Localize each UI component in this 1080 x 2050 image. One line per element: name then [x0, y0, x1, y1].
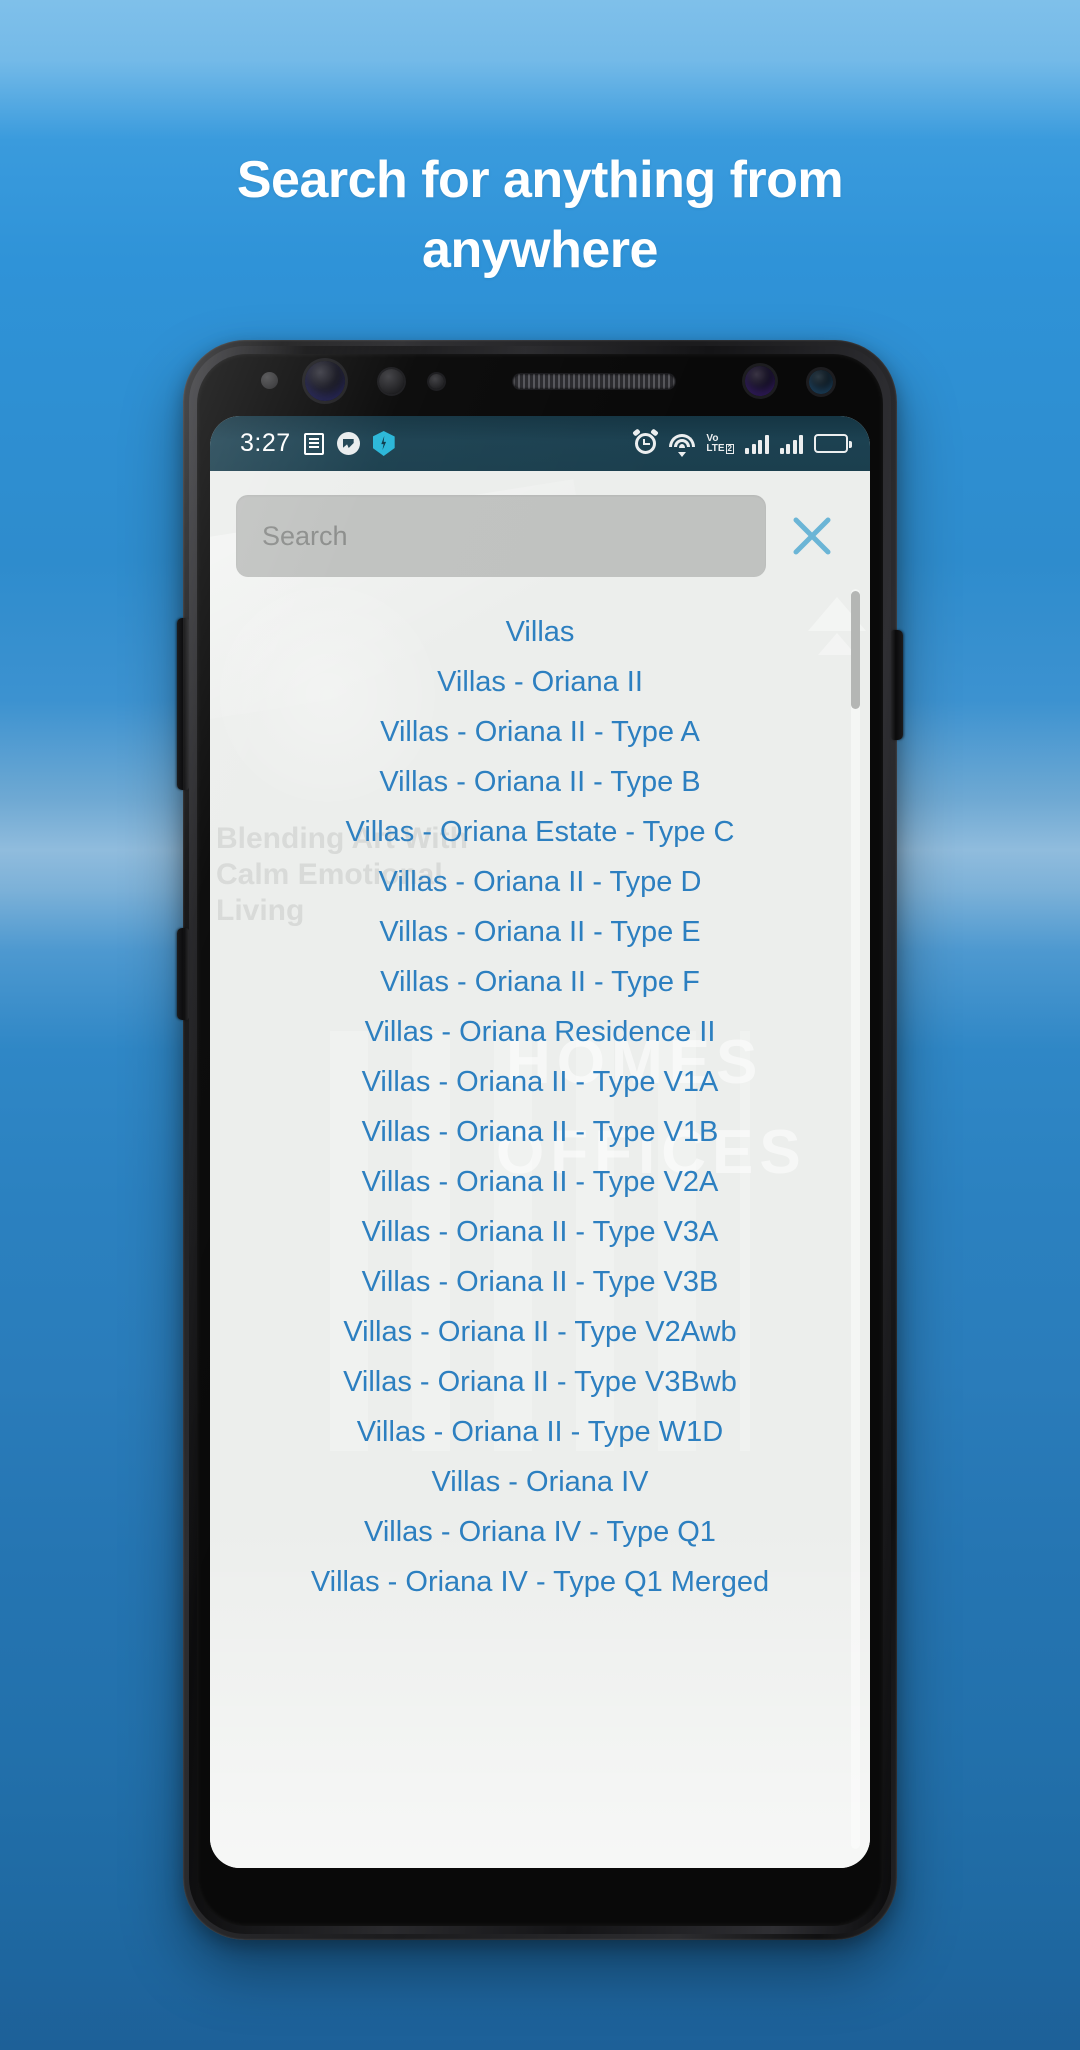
- list-item[interactable]: Villas - Oriana II - Type A: [210, 707, 870, 757]
- wifi-icon: [669, 433, 696, 457]
- list-item[interactable]: Villas - Oriana II - Type D: [210, 857, 870, 907]
- secondary-sensor-icon: [745, 366, 775, 396]
- list-item[interactable]: Villas - Oriana II - Type V1B: [210, 1107, 870, 1157]
- list-item[interactable]: Villas - Oriana II: [210, 657, 870, 707]
- close-icon[interactable]: [780, 504, 844, 568]
- status-bar-right: Vo LTE 2: [632, 428, 852, 457]
- messenger-icon: [336, 432, 360, 455]
- list-item[interactable]: Villas - Oriana II - Type V3Bwb: [210, 1357, 870, 1407]
- volte-sim-number: 2: [725, 443, 734, 454]
- list-item[interactable]: Villas - Oriana IV: [210, 1457, 870, 1507]
- scrollbar-track[interactable]: [851, 589, 860, 1849]
- front-sensor-cluster: [183, 361, 897, 401]
- alarm-icon: [632, 428, 660, 456]
- battery-icon: [814, 434, 852, 453]
- list-item[interactable]: Villas - Oriana II - Type E: [210, 907, 870, 957]
- status-bar-left: 3:27: [240, 429, 395, 458]
- list-item[interactable]: Villas - Oriana II - Type V3B: [210, 1257, 870, 1307]
- search-input[interactable]: Search: [236, 495, 766, 577]
- news-icon: [303, 432, 324, 455]
- list-item[interactable]: Villas - Oriana IV - Type Q1: [210, 1507, 870, 1557]
- volte-line-2: LTE: [706, 442, 725, 454]
- tertiary-sensor-icon: [809, 370, 833, 394]
- volume-button[interactable]: [177, 618, 189, 790]
- proximity-sensor-icon: [261, 372, 278, 389]
- phone-screen: 3:27 Vo LTE 2 Blending Art With Calm Emo…: [210, 416, 870, 1868]
- search-results-list: Villas Villas - Oriana II Villas - Oriana …: [210, 595, 870, 1607]
- notification-led-icon: [429, 374, 444, 389]
- list-item[interactable]: Villas - Oriana II - Type W1D: [210, 1407, 870, 1457]
- list-item[interactable]: Villas - Oriana II - Type V1A: [210, 1057, 870, 1107]
- signal-bars-sim2-icon: [779, 434, 803, 454]
- iris-scanner-icon: [379, 369, 404, 394]
- list-item[interactable]: Villas - Oriana II - Type V2Awb: [210, 1307, 870, 1357]
- list-item[interactable]: Villas - Oriana II - Type F: [210, 957, 870, 1007]
- bixby-button[interactable]: [177, 928, 189, 1020]
- list-item[interactable]: Villas - Oriana II - Type V2A: [210, 1157, 870, 1207]
- earpiece-speaker-icon: [513, 374, 675, 389]
- clock: 3:27: [240, 429, 291, 457]
- signal-bars-sim1-icon: [745, 434, 769, 454]
- shield-icon: [372, 431, 395, 456]
- app-content: Blending Art With Calm Emotional Living …: [210, 471, 870, 1868]
- list-item[interactable]: Villas - Oriana IV - Type Q1 Merged: [210, 1557, 870, 1607]
- headline-line-2: anywhere: [422, 221, 658, 279]
- search-bar: Search: [210, 471, 870, 595]
- search-placeholder: Search: [262, 520, 348, 551]
- list-item[interactable]: Villas - Oriana II - Type V3A: [210, 1207, 870, 1257]
- front-camera-icon: [305, 361, 345, 401]
- list-item[interactable]: Villas: [210, 607, 870, 657]
- scrollbar-thumb[interactable]: [851, 591, 860, 709]
- headline-line-1: Search for anything from: [236, 151, 844, 209]
- list-item[interactable]: Villas - Oriana Residence II: [210, 1007, 870, 1057]
- list-item[interactable]: Villas - Oriana II - Type B: [210, 757, 870, 807]
- power-button[interactable]: [891, 630, 903, 740]
- status-bar: 3:27 Vo LTE 2: [210, 416, 870, 471]
- volte-line-1: Vo: [706, 432, 719, 444]
- volte-icon: Vo LTE 2: [706, 432, 734, 454]
- page-title: Search for anything from anywhere: [0, 145, 1080, 285]
- phone-mockup: 3:27 Vo LTE 2 Blending Art With Calm Emo…: [177, 340, 903, 1940]
- list-item[interactable]: Villas - Oriana Estate - Type C: [210, 807, 870, 857]
